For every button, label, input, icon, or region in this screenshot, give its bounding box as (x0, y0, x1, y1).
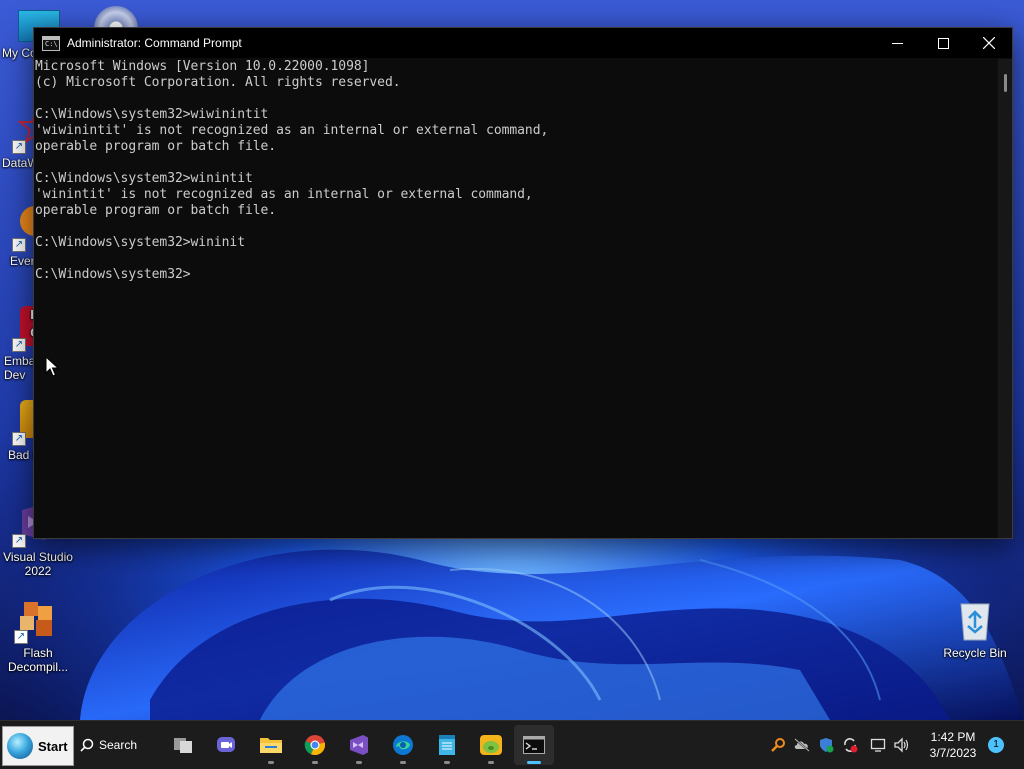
onedrive-icon (794, 738, 810, 752)
search-tool-icon (771, 738, 785, 752)
shortcut-arrow-icon: ↗ (12, 338, 26, 352)
recycle-bin-icon (953, 598, 997, 642)
chrome-icon (304, 734, 326, 756)
minimize-button[interactable] (874, 28, 920, 58)
running-indicator (400, 761, 406, 764)
desktop-icon-flash-decompiler[interactable]: ↗ Flash Decompil... (0, 598, 76, 674)
shortcut-arrow-icon: ↗ (12, 534, 26, 548)
visual-studio-icon (348, 734, 370, 756)
console-output[interactable]: Microsoft Windows [Version 10.0.22000.10… (34, 59, 998, 538)
running-indicator (312, 761, 318, 764)
sync-icon (844, 738, 858, 753)
start-button[interactable]: Start (2, 726, 74, 766)
console-line: 'winintit' is not recognized as an inter… (35, 187, 533, 202)
search-tool-tray-icon[interactable] (768, 735, 788, 755)
window-titlebar[interactable]: C:\ Administrator: Command Prompt (34, 28, 1012, 58)
desktop-icon-label: Recycle Bin (943, 646, 1007, 660)
maximize-button[interactable] (920, 28, 966, 58)
console-line: 'wiwinintit' is not recognized as an int… (35, 123, 549, 138)
console-line: operable program or batch file. (35, 139, 277, 154)
edge-icon (392, 734, 414, 756)
volume-tray-icon[interactable] (892, 735, 912, 755)
console-line: C:\Windows\system32>wininit (35, 235, 245, 250)
volume-icon (894, 737, 909, 753)
command-prompt-window[interactable]: C:\ Administrator: Command Prompt Micros… (33, 27, 1013, 539)
defender-icon (820, 738, 834, 753)
console-line: C:\Windows\system32>winintit (35, 171, 253, 186)
taskbar-app-teams-chat[interactable] (206, 725, 246, 765)
console-line: Microsoft Windows [Version 10.0.22000.10… (35, 59, 370, 74)
maximize-icon (937, 37, 949, 49)
taskbar-app-file-explorer[interactable] (251, 725, 291, 765)
taskbar-app-notepad[interactable] (427, 725, 467, 765)
notepad-icon (437, 734, 457, 756)
running-indicator (444, 761, 450, 764)
minimize-icon (891, 42, 903, 44)
shortcut-arrow-icon: ↗ (12, 432, 26, 446)
onedrive-tray-icon[interactable] (792, 735, 812, 755)
taskbar-app-visual-studio[interactable] (339, 725, 379, 765)
search-icon (80, 738, 94, 752)
cmd-icon: C:\ (42, 35, 60, 51)
running-indicator (356, 761, 362, 764)
desktop-icon-label: Flash Decompil... (7, 646, 69, 674)
taskbar-app-edge[interactable] (383, 725, 423, 765)
flash-decompiler-icon: ↗ (14, 598, 60, 644)
running-indicator (527, 761, 541, 764)
bad-piggies-icon (479, 734, 503, 756)
clock-time: 1:42 PM (930, 730, 976, 744)
console-line: (c) Microsoft Corporation. All rights re… (35, 75, 401, 90)
notification-badge[interactable]: 1 (988, 737, 1004, 753)
desktop-icon-recycle-bin[interactable]: Recycle Bin (937, 598, 1013, 660)
sync-tray-icon[interactable] (840, 735, 860, 755)
console-line: operable program or batch file. (35, 203, 277, 218)
console-line: C:\Windows\system32> (35, 267, 191, 282)
taskbar-app-chrome[interactable] (295, 725, 335, 765)
scrollbar-thumb[interactable] (1004, 74, 1007, 92)
vertical-scrollbar[interactable] (998, 59, 1012, 538)
taskbar-app-bad-piggies[interactable] (471, 725, 511, 765)
running-indicator (488, 761, 494, 764)
running-indicator (268, 761, 274, 764)
network-icon (870, 738, 886, 752)
desktop-icon-label: Visual Studio 2022 (3, 550, 73, 578)
defender-tray-icon[interactable] (816, 735, 836, 755)
search-label: Search (99, 738, 138, 752)
shortcut-arrow-icon: ↗ (12, 140, 26, 154)
folder-icon (259, 735, 283, 755)
chat-icon (215, 734, 237, 756)
window-title: Administrator: Command Prompt (67, 36, 242, 50)
taskbar: Start Search 1:42 PM 3/7/2023 1 (0, 720, 1024, 769)
task-view-icon (173, 736, 193, 754)
mouse-cursor-icon (45, 356, 59, 377)
network-tray-icon[interactable] (868, 735, 888, 755)
console-line: C:\Windows\system32>wiwinintit (35, 107, 269, 122)
close-button[interactable] (966, 28, 1012, 58)
taskbar-app-task-view[interactable] (163, 725, 203, 765)
taskbar-app-command-prompt[interactable] (514, 725, 554, 765)
clock-date: 3/7/2023 (929, 746, 977, 760)
search-button[interactable]: Search (80, 732, 137, 758)
start-label: Start (38, 738, 68, 754)
shortcut-arrow-icon: ↗ (12, 238, 26, 252)
close-icon (983, 37, 995, 49)
clock[interactable]: 1:42 PM 3/7/2023 (920, 729, 986, 761)
cmd-icon (523, 736, 545, 754)
start-orb-icon (7, 733, 33, 759)
shortcut-arrow-icon: ↗ (14, 630, 28, 644)
